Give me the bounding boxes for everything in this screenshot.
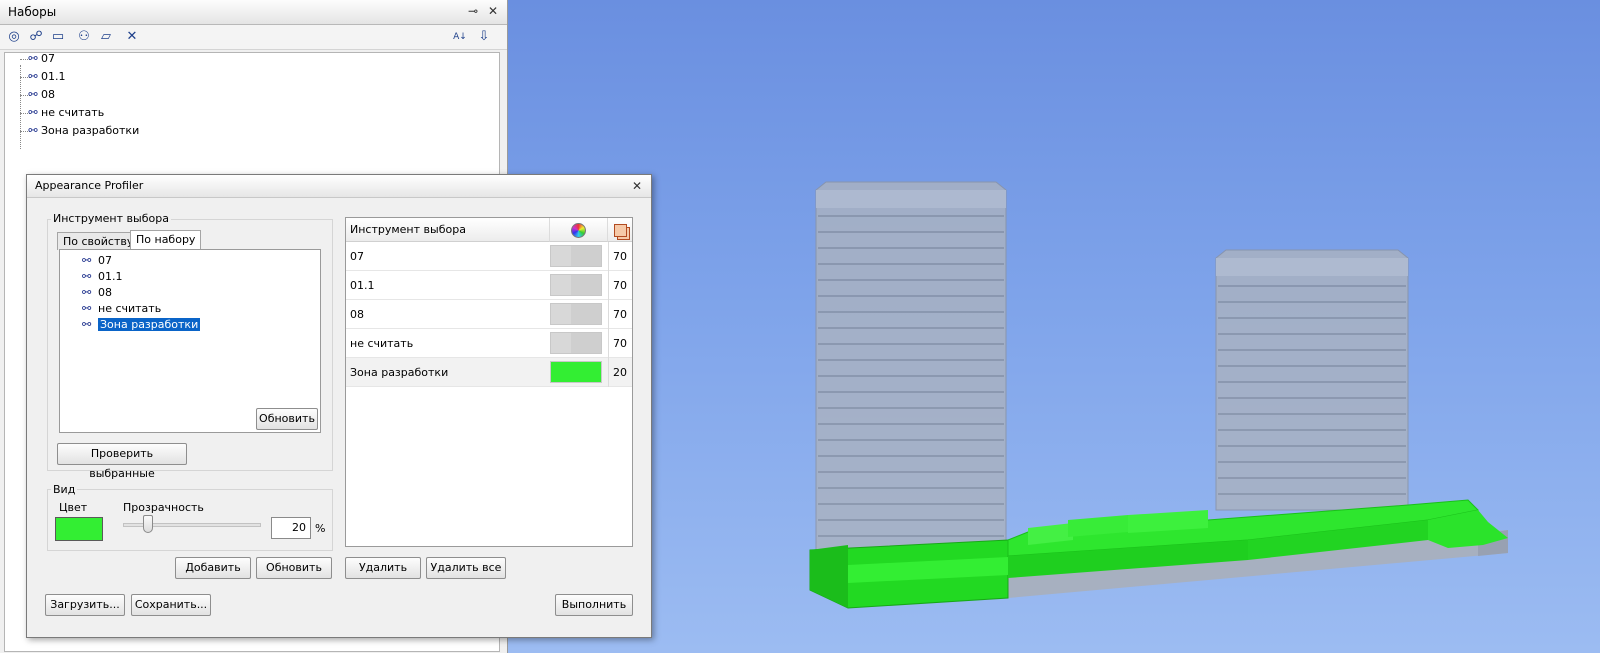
tree-item-set[interactable]: ⚯ 08 <box>25 86 55 104</box>
save-selection-icon[interactable]: ◎ <box>4 28 24 46</box>
set-list-item[interactable]: ⚯ не считать <box>82 301 161 317</box>
table-header-transparency[interactable] <box>608 218 632 242</box>
table-header-selector: Инструмент выбора <box>346 218 550 242</box>
save-search-icon[interactable]: ☍ <box>26 28 46 46</box>
set-list-item-label: не считать <box>98 302 162 315</box>
binoculars-icon: ⚯ <box>28 106 38 119</box>
binoculars-icon: ⚯ <box>82 270 92 283</box>
new-folder-icon[interactable]: ▭ <box>48 28 68 46</box>
tree-item-label: Зона разработки <box>41 124 140 137</box>
transparency-input[interactable]: 20 <box>271 517 311 539</box>
delete-button[interactable]: Удалить <box>345 557 421 579</box>
add-comment-icon[interactable]: ▱ <box>96 28 116 46</box>
table-row[interactable]: Зона разработки 20 <box>346 358 632 387</box>
tree-item-label: 07 <box>41 52 55 65</box>
row-transparency: 70 <box>608 329 631 358</box>
transparency-label: Прозрачность <box>123 501 204 514</box>
sets-toolbar: ◎ ☍ ▭ ⚇ ▱ ✕ A↓ ⇩ <box>0 25 507 50</box>
save-button[interactable]: Сохранить... <box>131 594 211 616</box>
color-label: Цвет <box>59 501 88 514</box>
dialog-title: Appearance Profiler <box>35 179 144 192</box>
row-transparency: 70 <box>608 300 631 329</box>
close-icon[interactable]: ✕ <box>485 3 501 19</box>
refresh-list-button[interactable]: Обновить <box>256 408 318 430</box>
table-row[interactable]: 07 70 <box>346 242 632 271</box>
binoculars-icon: ⚯ <box>82 254 92 267</box>
binoculars-icon: ⚯ <box>28 124 38 137</box>
row-transparency: 20 <box>608 358 631 387</box>
binoculars-icon: ⚯ <box>82 286 92 299</box>
3d-viewport[interactable] <box>508 0 1600 653</box>
row-name: 01.1 <box>350 279 375 292</box>
table-header-color[interactable] <box>550 218 608 242</box>
set-list-item-label: Зона разработки <box>98 318 201 331</box>
row-transparency: 70 <box>608 271 631 300</box>
color-wheel-icon <box>571 223 586 238</box>
duplicate-icon[interactable]: ⚇ <box>74 28 94 46</box>
tower-right <box>1215 249 1409 511</box>
tree-item-set[interactable]: ⚯ Зона разработки <box>25 122 139 140</box>
tree-item-set[interactable]: ⚯ не считать <box>25 104 104 122</box>
set-list-item[interactable]: ⚯ 08 <box>82 285 112 301</box>
sort-az-icon[interactable]: A↓ <box>450 28 470 46</box>
appearance-profiler-dialog: Appearance Profiler ✕ Инструмент выбора … <box>26 174 652 638</box>
import-export-icon[interactable]: ⇩ <box>474 28 494 46</box>
set-list-item-selected[interactable]: ⚯ Зона разработки <box>82 317 201 333</box>
close-icon[interactable]: ✕ <box>629 178 645 194</box>
load-button[interactable]: Загрузить... <box>45 594 125 616</box>
row-name: 07 <box>350 250 364 263</box>
run-button[interactable]: Выполнить <box>555 594 633 616</box>
view-group-label: Вид <box>51 483 78 496</box>
tree-item-label: не считать <box>41 106 105 119</box>
row-color-swatch[interactable] <box>550 303 602 325</box>
test-selected-button[interactable]: Проверить выбранные <box>57 443 187 480</box>
add-button[interactable]: Добавить <box>175 557 251 579</box>
set-list-item-label: 07 <box>98 254 112 267</box>
row-color-swatch[interactable] <box>550 332 602 354</box>
set-list-item-label: 01.1 <box>98 270 123 283</box>
row-color-swatch[interactable] <box>550 361 602 383</box>
transparency-slider-thumb[interactable] <box>143 515 153 533</box>
row-name: 08 <box>350 308 364 321</box>
delete-icon[interactable]: ✕ <box>122 28 142 46</box>
tower-left <box>815 181 1007 561</box>
selector-group-label: Инструмент выбора <box>51 212 171 225</box>
table-row[interactable]: 01.1 70 <box>346 271 632 300</box>
color-swatch-button[interactable] <box>55 517 103 541</box>
model-scene <box>809 181 1508 609</box>
binoculars-icon: ⚯ <box>28 88 38 101</box>
row-name: не считать <box>350 337 414 350</box>
tree-item-set[interactable]: ⚯ 07 <box>25 50 55 68</box>
set-list-item-label: 08 <box>98 286 112 299</box>
set-list-item[interactable]: ⚯ 07 <box>82 253 112 269</box>
row-transparency: 70 <box>608 242 631 271</box>
tab-by-property[interactable]: По свойству <box>57 232 140 250</box>
table-row[interactable]: 08 70 <box>346 300 632 329</box>
dialog-title-bar: Appearance Profiler ✕ <box>27 175 651 198</box>
binoculars-icon: ⚯ <box>28 52 38 65</box>
set-list: ⚯ 07 ⚯ 01.1 ⚯ 08 ⚯ не считать ⚯ Зона разработ… <box>59 249 321 433</box>
binoculars-icon: ⚯ <box>82 318 92 331</box>
transparency-icon <box>613 224 627 237</box>
sets-panel-title: Наборы <box>8 5 57 19</box>
update-button[interactable]: Обновить <box>256 557 332 579</box>
binoculars-icon: ⚯ <box>82 302 92 315</box>
sets-panel-title-bar: Наборы ⊸ ✕ <box>0 0 507 25</box>
tree-item-label: 08 <box>41 88 55 101</box>
set-list-item[interactable]: ⚯ 01.1 <box>82 269 123 285</box>
delete-all-button[interactable]: Удалить все <box>426 557 506 579</box>
tab-by-set[interactable]: По набору <box>130 230 202 250</box>
row-color-swatch[interactable] <box>550 274 602 296</box>
binoculars-icon: ⚯ <box>28 70 38 83</box>
tree-item-set[interactable]: ⚯ 01.1 <box>25 68 66 86</box>
pin-icon[interactable]: ⊸ <box>465 3 481 19</box>
profile-table: Инструмент выбора 07 70 01.1 70 08 70 не… <box>345 217 633 547</box>
row-color-swatch[interactable] <box>550 245 602 267</box>
table-row[interactable]: не считать 70 <box>346 329 632 358</box>
percent-label: % <box>315 522 326 535</box>
row-name: Зона разработки <box>350 366 449 379</box>
tree-item-label: 01.1 <box>41 70 66 83</box>
